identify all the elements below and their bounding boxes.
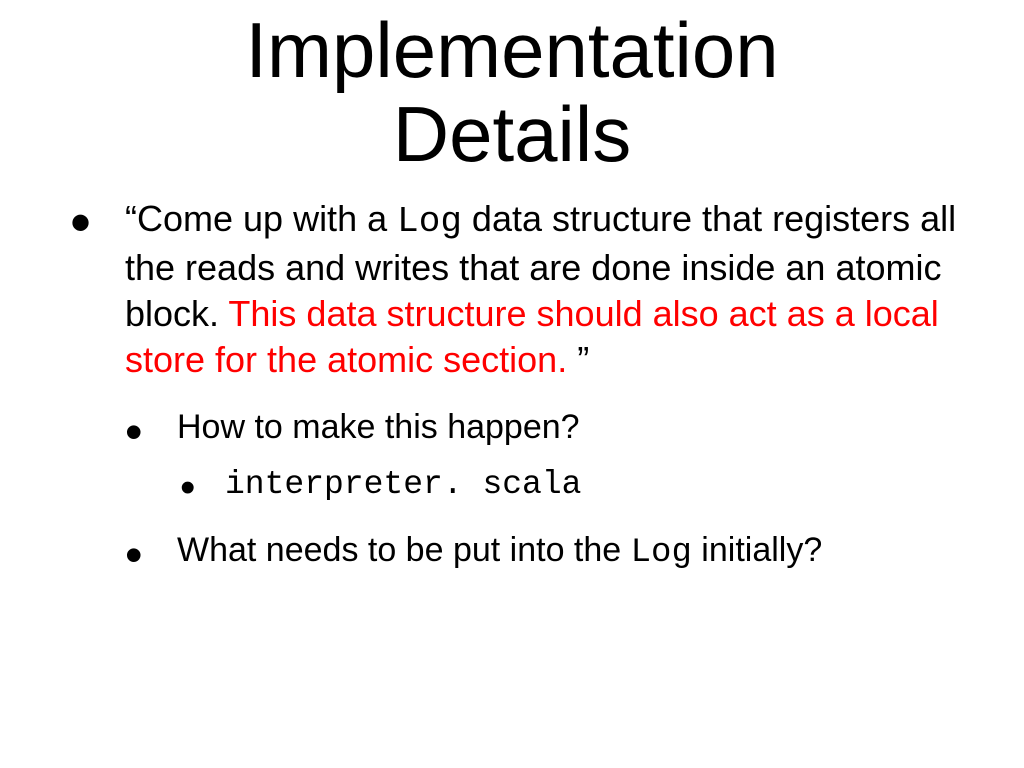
bullet4-post: initially? [692,531,822,569]
bullet4-text: What needs to be put into the Log initia… [177,528,997,575]
bullet-level3: • interpreter. scala [180,464,970,507]
bullet-level1: • “Come up with a Log data structure tha… [70,196,970,383]
bullet-dot-icon: • [70,193,91,253]
bullet1-text: “Come up with a Log data structure that … [125,196,970,383]
bullet1-pre: “Come up with a [125,198,397,239]
bullet-dot-icon: • [125,407,143,457]
bullet1-code: Log [397,201,462,242]
bullet4-pre: What needs to be put into the [177,531,631,569]
slide-title: Implementation Details [0,8,1024,176]
bullet-dot-icon: • [125,530,143,580]
slide: Implementation Details • “Come up with a… [0,0,1024,768]
bullet2-text: How to make this happen? [177,405,970,449]
bullet1-post: ” [567,339,589,380]
bullet4-code: Log [631,534,692,572]
bullet3-text: interpreter. scala [225,464,970,507]
slide-body: • “Come up with a Log data structure tha… [70,196,970,576]
title-line2: Details [0,92,1024,176]
bullet1-red: This data structure should also act as a… [125,293,939,380]
bullet-dot-icon: • [180,466,195,510]
bullet-level2: • What needs to be put into the Log init… [125,528,970,575]
title-line1: Implementation [245,6,778,94]
bullet-level2: • How to make this happen? [125,405,970,449]
